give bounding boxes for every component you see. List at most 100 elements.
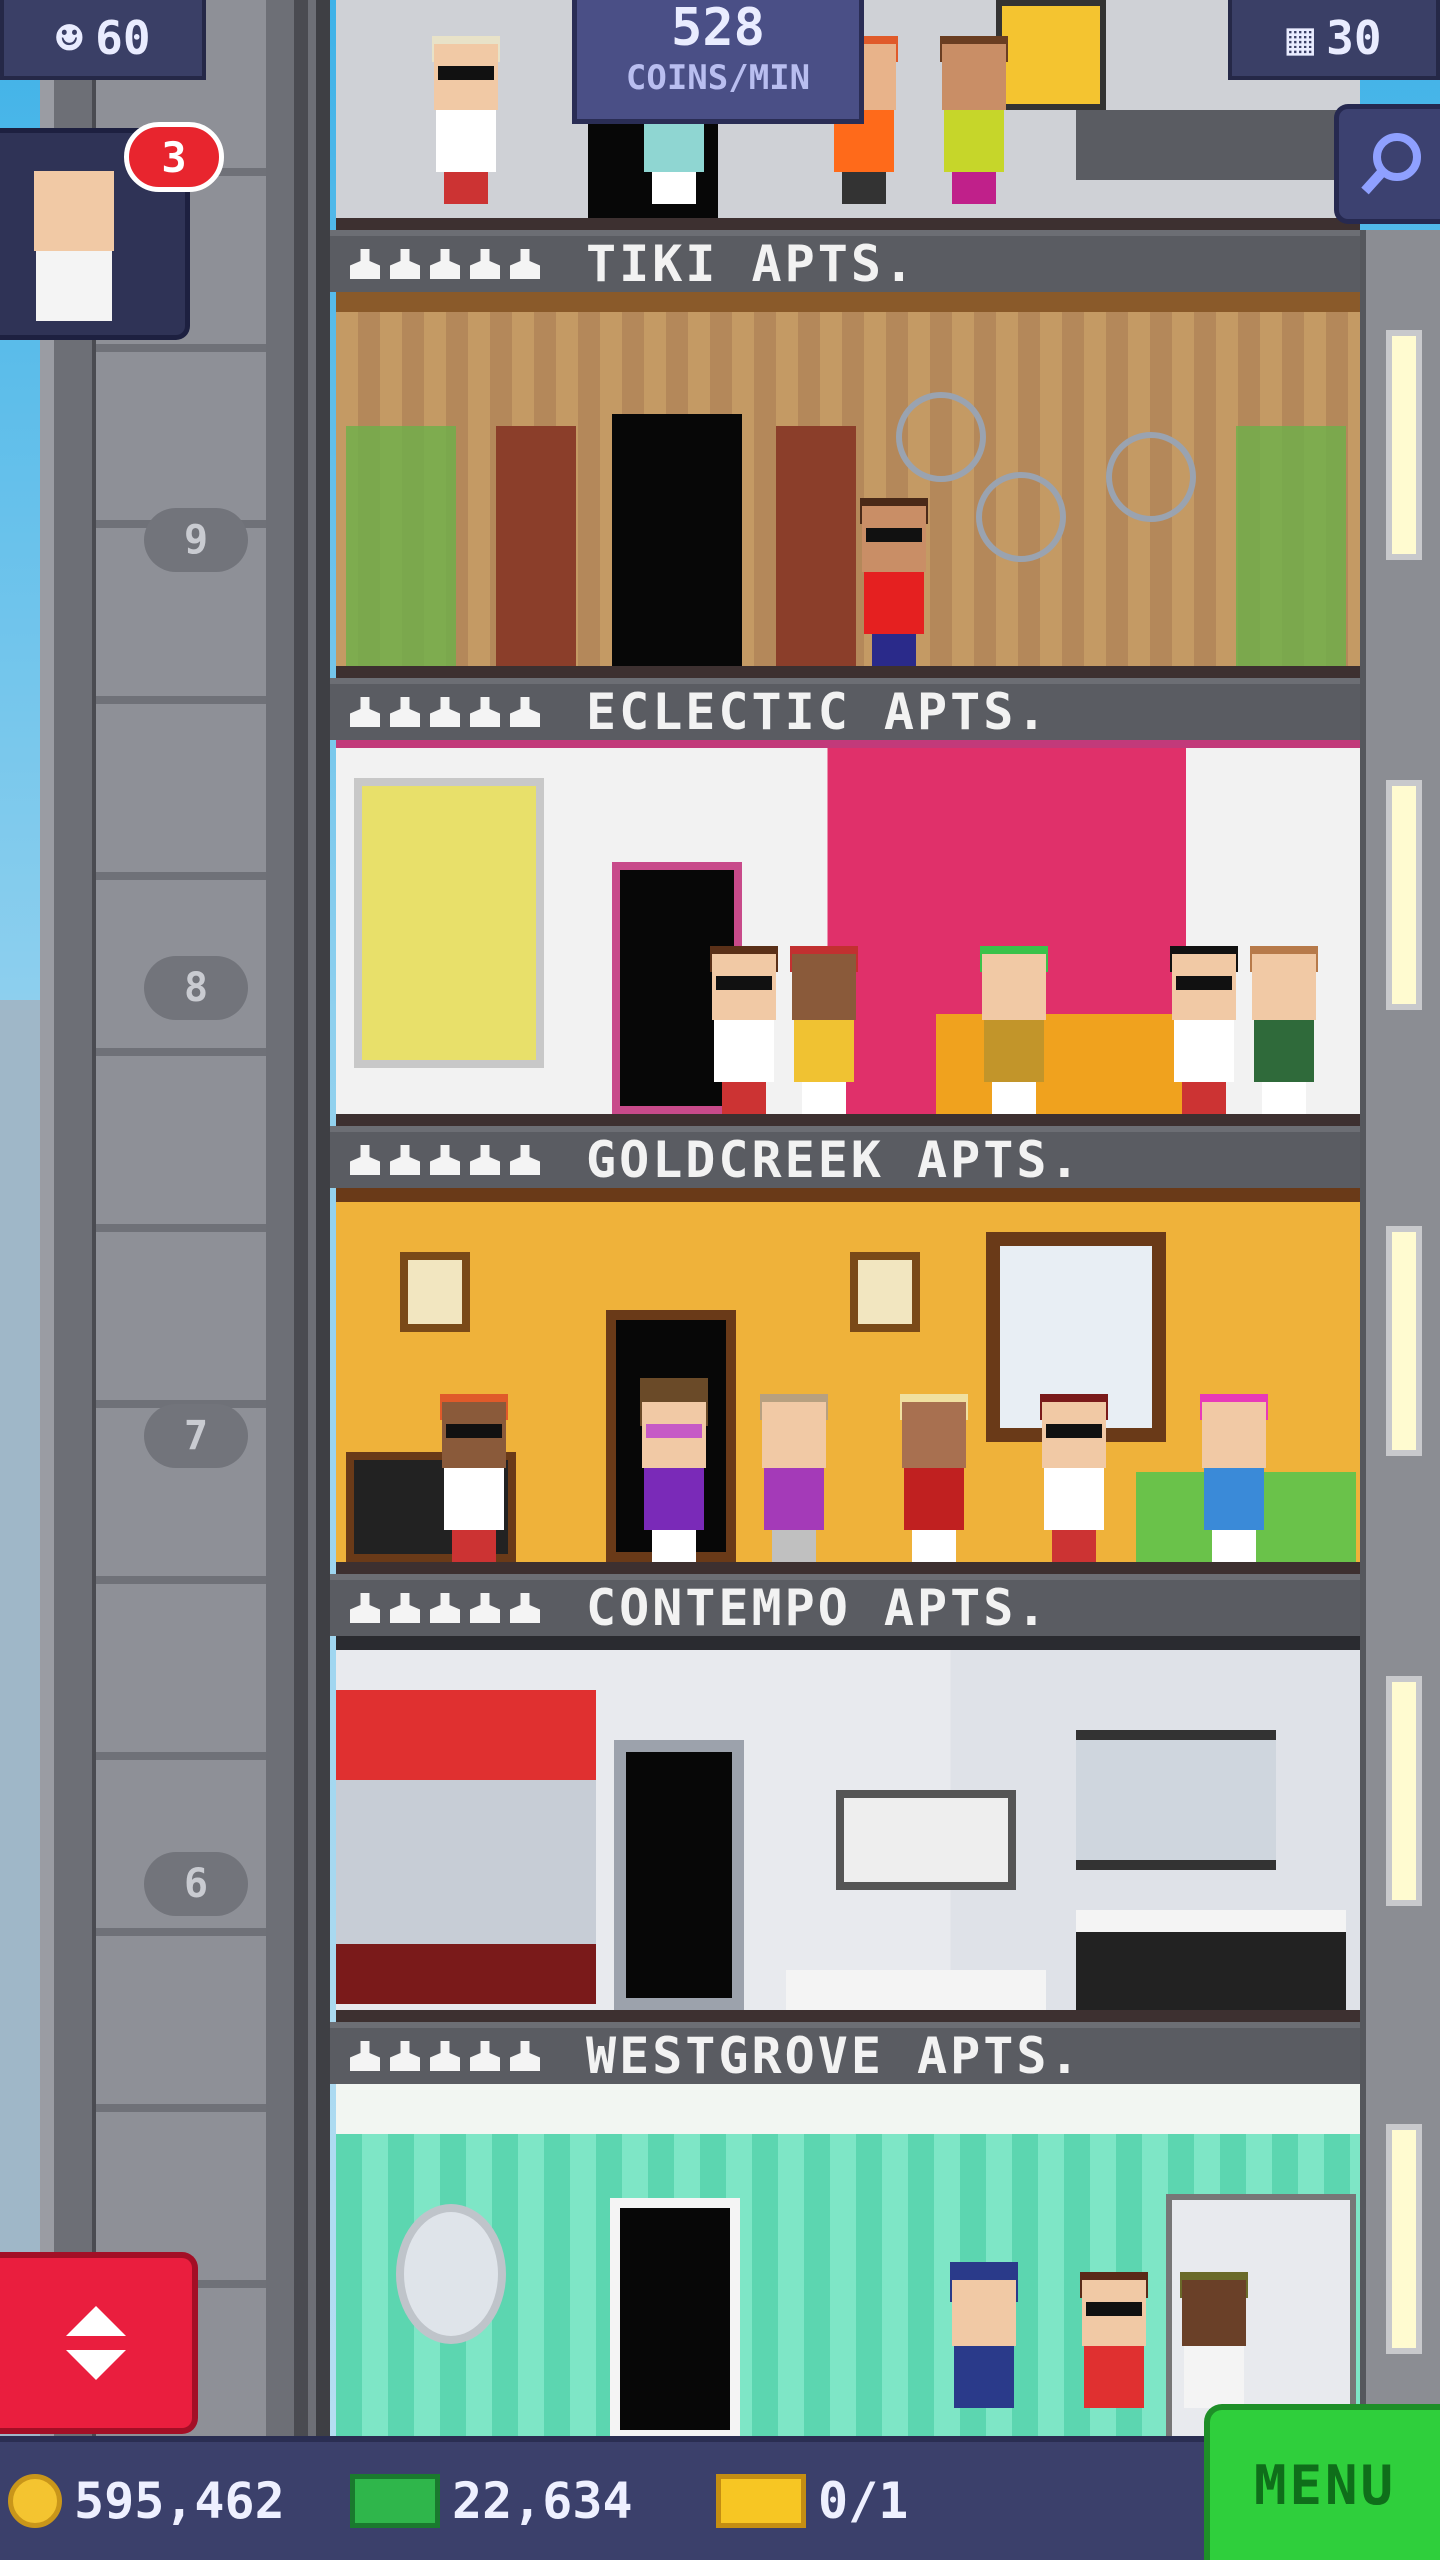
floor-label: WESTGROVE APTS. [330,2022,1360,2085]
rating-stars [350,697,550,727]
elevator-down-icon [66,2350,126,2380]
floor-label: GOLDCREEK APTS. [330,1126,1360,1189]
resident[interactable] [976,946,1052,1114]
menu-button[interactable]: MENU [1204,2404,1440,2560]
side-window [1386,2124,1422,2354]
resident[interactable] [1076,2272,1152,2440]
coins-value: 595,462 [74,2472,285,2530]
floor-westgrove[interactable]: WESTGROVE APTS. [330,2022,1360,2440]
floor-number-7: 7 [144,1404,248,1468]
floors-counter[interactable]: ▦ 30 [1228,0,1440,80]
room-door [614,1740,744,2010]
wall-portrait [400,1252,470,1332]
resident[interactable] [1196,1394,1272,1562]
floor-goldcreek[interactable]: GOLDCREEK APTS. [330,1126,1360,1574]
bird-cage [1106,432,1196,522]
background-building [0,1000,44,2440]
floor-number-6: 6 [144,1852,248,1916]
goldcreek-room [336,1188,1360,1574]
rating-stars [350,2041,550,2071]
rating-stars [350,249,550,279]
resident[interactable] [428,36,504,204]
vip-avatar [34,171,114,251]
floor-name: ECLECTIC APTS. [586,683,1050,741]
bird-cage [896,392,986,482]
tickets-stat[interactable]: 0/1 [716,2472,908,2530]
notification-badge: 3 [124,122,224,192]
bench [786,1970,1046,2010]
resident[interactable] [936,36,1012,204]
tickets-value: 0/1 [818,2472,909,2530]
oval-mirror [396,2204,506,2344]
resident[interactable] [856,498,932,666]
resident[interactable] [1246,946,1322,1114]
abstract-painting [354,778,544,1068]
room-door [612,414,742,666]
wall-portrait [850,1252,920,1332]
population-icon: ☻ [55,11,84,65]
resident[interactable] [636,1378,712,1562]
room-door [610,2198,740,2440]
resident[interactable] [1166,946,1242,1114]
bird-cage [976,472,1066,562]
eclectic-room [336,740,1360,1126]
sofa [936,1014,1186,1114]
elevator-button[interactable] [0,2252,198,2434]
coin-icon [8,2474,62,2528]
red-panel [336,1690,596,1780]
resident[interactable] [786,946,862,1114]
floors-icon: ▦ [1286,11,1315,65]
lobby-sign [996,0,1106,110]
resident[interactable] [706,946,782,1114]
resident[interactable] [436,1394,512,1562]
floor-name: WESTGROVE APTS. [586,2027,1083,2085]
abstract-art [836,1790,1016,1890]
floor-name: GOLDCREEK APTS. [586,1131,1083,1189]
elevator-track [96,0,266,2440]
resident[interactable] [946,2262,1022,2440]
bux-value: 22,634 [452,2472,633,2530]
tiki-statue [496,426,576,666]
bux-icon [350,2474,440,2528]
tiki-room [336,292,1360,678]
resident[interactable] [756,1394,832,1562]
population-value: 60 [95,11,151,65]
floor-number-8: 8 [144,956,248,1020]
ticket-icon [716,2474,806,2528]
contempo-room [336,1636,1360,2022]
floor-label: TIKI APTS. [330,230,1360,293]
elevator-up-down-icon [66,2306,126,2336]
floor-tiki[interactable]: TIKI APTS. [330,230,1360,678]
resident[interactable] [896,1394,972,1562]
resident[interactable] [1036,1394,1112,1562]
bamboo-plant [346,426,456,666]
coins-stat[interactable]: 595,462 [8,2472,285,2530]
side-window [1386,1226,1422,1456]
coins-rate-panel[interactable]: 528 COINS/MIN [572,0,864,124]
wall-mirror [336,1780,596,2004]
search-icon [1360,133,1421,195]
vip-avatar-body [36,251,112,321]
coins-rate-value: 528 [671,0,765,58]
floor-contempo[interactable]: CONTEMPO APTS. [330,1574,1360,2022]
westgrove-room [336,2084,1360,2440]
search-button[interactable] [1334,104,1440,224]
shaft-rail [294,0,308,2440]
tiki-statue [776,426,856,666]
side-window [1386,1676,1422,1906]
bed [1076,1910,1346,2010]
rating-stars [350,1593,550,1623]
floor-label: ECLECTIC APTS. [330,678,1360,741]
floor-eclectic[interactable]: ECLECTIC APTS. [330,678,1360,1126]
side-window [1386,330,1422,560]
shelf [1076,1730,1276,1870]
floor-label: CONTEMPO APTS. [330,1574,1360,1637]
floors-value: 30 [1326,11,1382,65]
bux-stat[interactable]: 22,634 [350,2472,633,2530]
bamboo-plant [1236,426,1346,666]
rating-stars [350,1145,550,1175]
floor-name: CONTEMPO APTS. [586,1579,1050,1637]
side-window [1386,780,1422,1010]
floor-number-9: 9 [144,508,248,572]
population-counter[interactable]: ☻ 60 [0,0,206,80]
